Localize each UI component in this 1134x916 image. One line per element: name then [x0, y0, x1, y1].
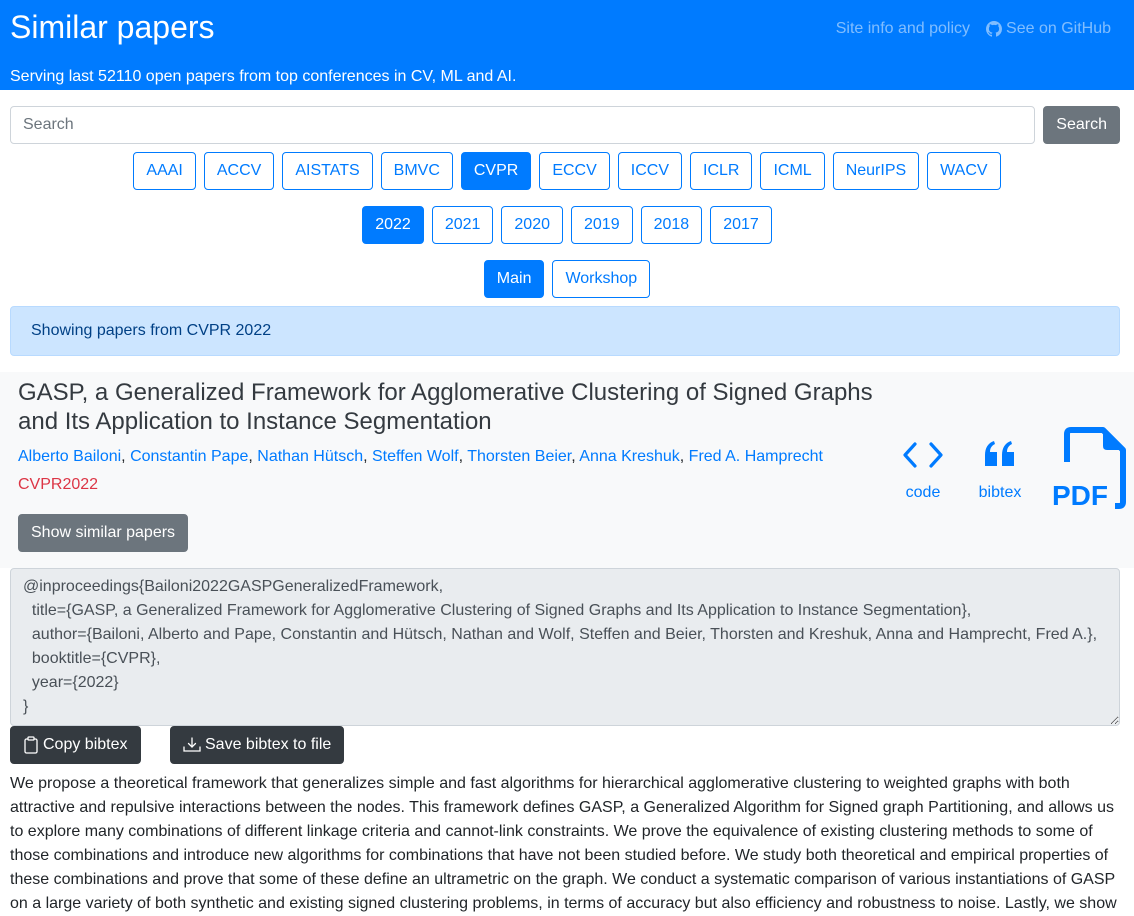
- conference-button-eccv[interactable]: ECCV: [539, 152, 610, 190]
- site-tagline: Serving last 52110 open papers from top …: [10, 68, 517, 85]
- author-link[interactable]: Anna Kreshuk: [579, 448, 680, 465]
- pdf-label: PDF: [1052, 480, 1108, 510]
- quote-icon: [985, 441, 1014, 466]
- conference-button-wacv[interactable]: WACV: [927, 152, 1001, 190]
- copy-bibtex-label: Copy bibtex: [43, 736, 128, 753]
- bibtex-link[interactable]: bibtex: [975, 440, 1025, 502]
- author-link[interactable]: Alberto Bailoni: [18, 448, 121, 465]
- year-button-2020[interactable]: 2020: [501, 206, 563, 244]
- paper-card: GASP, a Generalized Framework for Agglom…: [0, 372, 1134, 568]
- show-similar-papers-button[interactable]: Show similar papers: [18, 514, 189, 552]
- pdf-link[interactable]: PDF: [1050, 426, 1130, 510]
- conference-button-icml[interactable]: ICML: [760, 152, 825, 190]
- author-link[interactable]: Fred A. Hamprecht: [689, 448, 823, 465]
- conference-button-bmvc[interactable]: BMVC: [380, 152, 453, 190]
- author-separator: ,: [363, 448, 372, 465]
- year-button-2017[interactable]: 2017: [710, 206, 772, 244]
- bibtex-textarea[interactable]: @inproceedings{Bailoni2022GASPGeneralize…: [10, 568, 1120, 726]
- code-icon: [903, 442, 943, 468]
- clipboard-icon: [24, 736, 38, 754]
- paper-title: GASP, a Generalized Framework for Agglom…: [18, 379, 873, 435]
- site-info-link[interactable]: Site info and policy: [836, 20, 970, 38]
- year-button-2022[interactable]: 2022: [362, 206, 424, 244]
- code-link[interactable]: code: [898, 440, 948, 502]
- author-separator: ,: [248, 448, 258, 465]
- conference-button-cvpr[interactable]: CVPR: [460, 152, 532, 190]
- search-button[interactable]: Search: [1043, 106, 1120, 144]
- year-filter: 2022 2021 2020 2019 2018 2017: [0, 206, 1134, 244]
- year-button-2021[interactable]: 2021: [431, 206, 494, 244]
- conference-filter: AAAI ACCV AISTATS BMVC CVPR ECCV ICCV ICLR ICML N…: [0, 152, 1134, 190]
- conference-button-iclr[interactable]: ICLR: [690, 152, 753, 190]
- conference-button-accv[interactable]: ACCV: [203, 152, 275, 190]
- bibtex-label: bibtex: [978, 484, 1022, 501]
- conference-button-aistats[interactable]: AISTATS: [282, 152, 373, 190]
- top-nav: Site info and policy See on GitHub: [836, 20, 1111, 38]
- download-icon: [183, 737, 201, 752]
- year-button-2018[interactable]: 2018: [640, 206, 703, 244]
- github-link[interactable]: See on GitHub: [986, 20, 1111, 38]
- save-bibtex-label: Save bibtex to file: [205, 736, 332, 753]
- author-separator: ,: [679, 448, 689, 465]
- track-filter: Main Workshop: [0, 260, 1134, 298]
- year-button-2019[interactable]: 2019: [571, 206, 633, 244]
- copy-bibtex-button[interactable]: Copy bibtex: [10, 726, 141, 764]
- site-title[interactable]: Similar papers: [10, 8, 215, 46]
- conference-button-neurips[interactable]: NeurIPS: [832, 152, 920, 190]
- author-list: Alberto Bailoni, Constantin Pape, Nathan…: [18, 448, 823, 466]
- author-link[interactable]: Steffen Wolf: [372, 448, 459, 465]
- pdf-file-icon: PDF: [1052, 427, 1126, 510]
- paper-abstract: We propose a theoretical framework that …: [10, 775, 1117, 912]
- paper-venue: CVPR2022: [18, 476, 99, 493]
- author-link[interactable]: Constantin Pape: [130, 448, 248, 465]
- save-bibtex-button[interactable]: Save bibtex to file: [170, 726, 345, 764]
- conference-button-aaai[interactable]: AAAI: [133, 152, 196, 190]
- github-icon: [986, 21, 1003, 37]
- github-link-label: See on GitHub: [1006, 20, 1111, 37]
- author-separator: ,: [121, 448, 131, 465]
- track-button-main[interactable]: Main: [483, 260, 545, 298]
- author-link[interactable]: Thorsten Beier: [467, 448, 571, 465]
- conference-button-iccv[interactable]: ICCV: [617, 152, 683, 190]
- author-link[interactable]: Nathan Hütsch: [257, 448, 363, 465]
- author-separator: ,: [458, 448, 468, 465]
- code-label: code: [905, 484, 941, 501]
- site-header: Similar papers Serving last 52110 open p…: [0, 0, 1134, 90]
- search-input[interactable]: [10, 106, 1036, 144]
- info-alert: Showing papers from CVPR 2022: [10, 306, 1120, 356]
- track-button-workshop[interactable]: Workshop: [552, 260, 651, 298]
- search-bar: Search: [10, 106, 1120, 144]
